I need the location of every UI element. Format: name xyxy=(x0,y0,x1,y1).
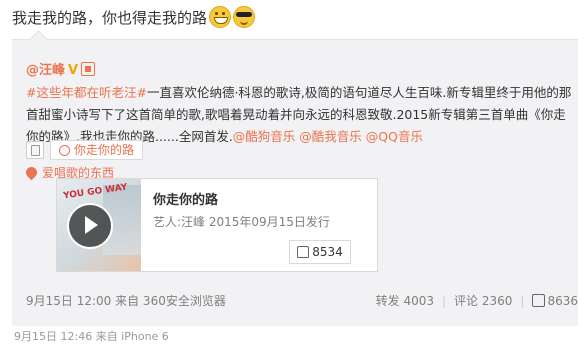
post-body: 我走我的路，你也得走我的路 xyxy=(12,8,208,27)
grin-icon xyxy=(209,6,232,28)
card-like-count: 8534 xyxy=(312,245,343,259)
play-button[interactable] xyxy=(67,203,113,249)
music-card[interactable]: YOU GO WAY 你走你的路 艺人:汪峰 2015年09月15日发行 853… xyxy=(56,178,378,272)
song-title[interactable]: 你走你的路 xyxy=(153,189,218,208)
song-subtitle: 艺人:汪峰 2015年09月15日发行 xyxy=(153,215,330,229)
eye-icon xyxy=(59,144,70,156)
member-icon[interactable] xyxy=(81,62,96,76)
author-link[interactable]: @汪峰 xyxy=(26,63,65,78)
divider: | xyxy=(520,293,525,308)
action-bar: 转发 4003 | 评论 2360 | 8636 xyxy=(376,292,578,309)
mention-kugou[interactable]: @酷狗音乐 xyxy=(233,129,296,144)
verified-badge-icon[interactable]: V xyxy=(68,63,78,78)
topic-link[interactable]: #这些年都在听老汪# xyxy=(26,85,147,100)
card-like-button[interactable]: 8534 xyxy=(289,240,351,264)
album-cover[interactable]: YOU GO WAY xyxy=(57,179,141,271)
sunglasses-icon xyxy=(233,6,256,28)
location-pin-icon xyxy=(23,164,40,181)
divider: | xyxy=(442,293,447,308)
thumbs-up-icon xyxy=(532,293,546,307)
repost-arrow xyxy=(29,30,48,49)
post-text: 我走我的路，你也得走我的路 xyxy=(12,6,256,28)
repost-box: @汪峰 V #这些年都在听老汪#一直喜欢伦纳德·科恩的歌诗,极简的语句道尽人生百味… xyxy=(12,30,578,326)
song-chip[interactable]: 你走你的路 xyxy=(50,140,144,160)
comment-button[interactable]: 评论 2360 xyxy=(454,292,512,309)
doc-icon[interactable] xyxy=(26,141,44,159)
next-post-meta: 9月15日 12:46 来自 iPhone 6 xyxy=(14,330,169,343)
mention-qqmusic[interactable]: @QQ音乐 xyxy=(366,129,423,144)
mention-kuwo[interactable]: @酷我音乐 xyxy=(299,129,362,144)
repost-button[interactable]: 转发 4003 xyxy=(376,292,434,309)
post-meta[interactable]: 9月15日 12:00 来自 360安全浏览器 xyxy=(26,292,226,309)
like-button[interactable]: 8636 xyxy=(532,293,578,308)
original-post: @汪峰 V #这些年都在听老汪#一直喜欢伦纳德·科恩的歌诗,极简的语句道尽人生百味… xyxy=(26,59,578,148)
media-chips: 你走你的路 xyxy=(26,140,144,160)
thumbs-up-icon xyxy=(297,246,310,258)
